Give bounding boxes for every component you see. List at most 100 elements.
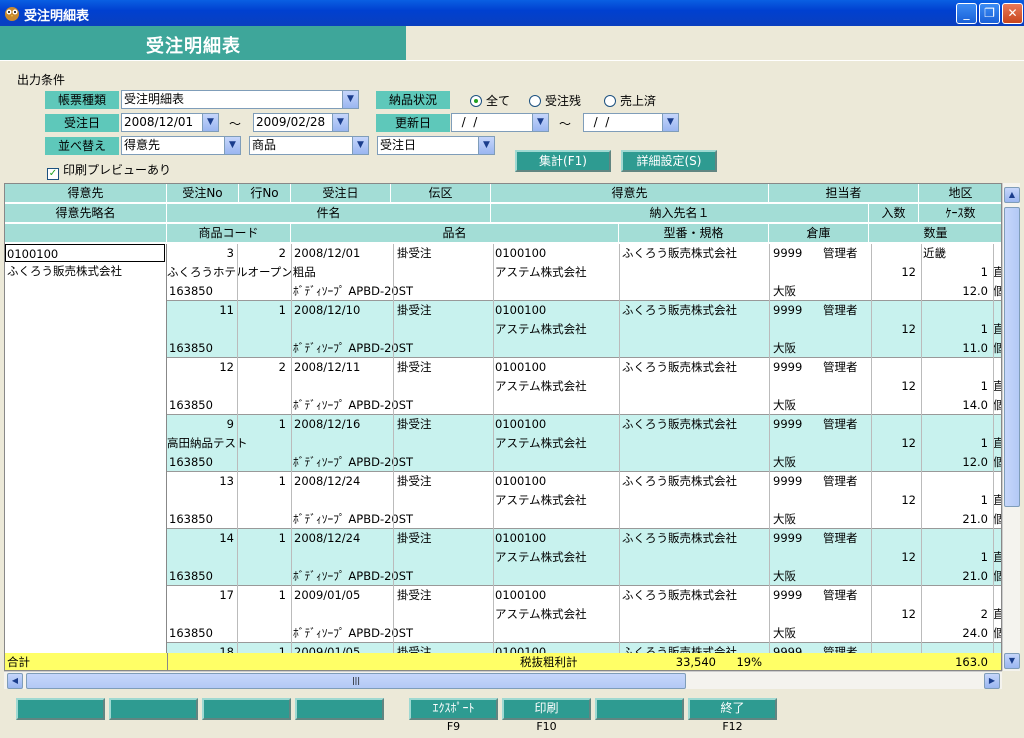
close-button[interactable]: ✕ bbox=[1002, 3, 1023, 24]
divider bbox=[619, 586, 620, 643]
order-date-to-input[interactable]: 2009/02/28 ▼ bbox=[253, 113, 349, 132]
customer-name-cell: ふくろう販売株式会社 bbox=[622, 588, 737, 602]
customer-name-cell: ふくろう販売株式会社 bbox=[622, 417, 737, 431]
report-type-select[interactable]: 受注明細表 ▼ bbox=[121, 90, 359, 109]
customer-name-cell: ふくろう販売株式会社 bbox=[7, 264, 122, 278]
subject-cell: ふくろうホテルオープン粗品 bbox=[167, 265, 316, 279]
col-model: 型番・規格 bbox=[619, 224, 769, 243]
update-date-from-input[interactable]: / / ▼ bbox=[451, 113, 549, 132]
customer-code-cell: 0100100 bbox=[495, 417, 547, 431]
cases-suffix-cell: 直 bbox=[993, 377, 1001, 395]
slip-kind-cell: 掛受注 bbox=[397, 360, 432, 374]
order-date-from-value: 2008/12/01 bbox=[124, 115, 194, 129]
col-warehouse: 倉庫 bbox=[769, 224, 869, 243]
radio-all[interactable]: 全て bbox=[470, 92, 510, 109]
order-no-cell: 14 bbox=[219, 531, 234, 545]
sort2-select[interactable]: 商品 ▼ bbox=[249, 136, 369, 155]
divider bbox=[993, 358, 994, 415]
order-detail-grid[interactable]: 得意先 受注No 行No 受注日 伝区 得意先 担当者 地区 得意先略名 件名 … bbox=[4, 183, 1002, 671]
table-row[interactable]: 17 1 2009/01/05 掛受注 0100100 ふくろう販売株式会社 9999 管理者… bbox=[167, 586, 1001, 643]
destination-cell: アステム株式会社 bbox=[495, 265, 587, 279]
divider bbox=[871, 244, 872, 301]
customer-code-cell: 0100100 bbox=[495, 588, 547, 602]
area-cell bbox=[923, 529, 993, 547]
order-date-cell: 2008/12/24 bbox=[294, 474, 361, 488]
item-name-cell: ﾎﾞﾃﾞｨｿｰﾌﾟ APBD-20ST bbox=[293, 341, 414, 355]
function-key-1[interactable] bbox=[16, 698, 105, 720]
scroll-thumb[interactable]: ||| bbox=[26, 673, 686, 689]
line-no-cell: 2 bbox=[278, 360, 286, 374]
divider bbox=[619, 301, 620, 358]
area-cell bbox=[923, 586, 993, 604]
function-key-6[interactable]: 印刷 bbox=[502, 698, 591, 720]
preview-checkbox[interactable]: ✓ 印刷プレビューあり bbox=[47, 161, 171, 180]
quantity-suffix-cell: 個 bbox=[993, 339, 1001, 357]
order-date-cell: 2008/12/24 bbox=[294, 531, 361, 545]
chevron-down-icon: ▼ bbox=[352, 137, 368, 154]
function-key-3[interactable] bbox=[202, 698, 291, 720]
profit-label: 税抜粗利計 bbox=[520, 655, 578, 669]
horizontal-scrollbar[interactable]: ◀ ||| ▶ bbox=[4, 671, 1002, 689]
table-row[interactable]: 11 1 2008/12/10 掛受注 0100100 ふくろう販売株式会社 9999 管理者… bbox=[167, 301, 1001, 358]
sort1-select[interactable]: 得意先 ▼ bbox=[121, 136, 241, 155]
sort3-select[interactable]: 受注日 ▼ bbox=[377, 136, 495, 155]
order-date-from-input[interactable]: 2008/12/01 ▼ bbox=[121, 113, 219, 132]
staff-code-cell: 9999 bbox=[773, 531, 803, 545]
radio-sold[interactable]: 売上済 bbox=[604, 92, 656, 109]
staff-name-cell: 管理者 bbox=[823, 588, 858, 602]
table-row[interactable]: 3 2 2008/12/01 掛受注 0100100 ふくろう販売株式会社 9999 管理者 近… bbox=[167, 244, 1001, 301]
order-no-cell: 13 bbox=[219, 474, 234, 488]
scroll-up-icon[interactable]: ▲ bbox=[1004, 187, 1020, 203]
function-key-8[interactable]: 終了 bbox=[688, 698, 777, 720]
destination-cell: アステム株式会社 bbox=[495, 436, 587, 450]
customer-name-cell: ふくろう販売株式会社 bbox=[622, 303, 737, 317]
scroll-right-icon[interactable]: ▶ bbox=[984, 673, 1000, 689]
irisu-cell: 12 bbox=[901, 379, 916, 393]
divider bbox=[237, 415, 238, 472]
col-order-date: 受注日 bbox=[291, 184, 391, 203]
divider bbox=[237, 529, 238, 586]
customer-code-cell: 0100100 bbox=[495, 474, 547, 488]
slip-kind-cell: 掛受注 bbox=[397, 303, 432, 317]
function-key-5[interactable]: ｴｸｽﾎﾟｰﾄ bbox=[409, 698, 498, 720]
customer-code-cell[interactable]: 0100100 bbox=[5, 244, 165, 262]
function-key-4[interactable] bbox=[295, 698, 384, 720]
divider bbox=[769, 358, 770, 415]
order-no-cell: 9 bbox=[226, 417, 234, 431]
destination-cell: アステム株式会社 bbox=[495, 550, 587, 564]
divider bbox=[393, 358, 394, 415]
table-row[interactable]: 14 1 2008/12/24 掛受注 0100100 ふくろう販売株式会社 9999 管理者… bbox=[167, 529, 1001, 586]
restore-button[interactable]: ❐ bbox=[979, 3, 1000, 24]
customer-name-cell: ふくろう販売株式会社 bbox=[622, 474, 737, 488]
minimize-button[interactable]: _ bbox=[956, 3, 977, 24]
staff-name-cell: 管理者 bbox=[823, 360, 858, 374]
item-name-cell: ﾎﾞﾃﾞｨｿｰﾌﾟ APBD-20ST bbox=[293, 626, 414, 640]
detail-settings-button[interactable]: 詳細設定(S) bbox=[621, 150, 717, 172]
staff-name-cell: 管理者 bbox=[823, 303, 858, 317]
calc-button[interactable]: 集計(F1) bbox=[515, 150, 611, 172]
divider bbox=[993, 472, 994, 529]
sort1-value: 得意先 bbox=[124, 138, 161, 152]
range-tilde: ～ bbox=[229, 117, 242, 131]
chevron-down-icon: ▼ bbox=[332, 114, 348, 131]
table-row[interactable]: 9 1 2008/12/16 掛受注 0100100 ふくろう販売株式会社 9999 管理者高… bbox=[167, 415, 1001, 472]
customer-code-cell: 0100100 bbox=[495, 531, 547, 545]
table-row[interactable]: 12 2 2008/12/11 掛受注 0100100 ふくろう販売株式会社 9999 管理者… bbox=[167, 358, 1001, 415]
scroll-down-icon[interactable]: ▼ bbox=[1004, 653, 1020, 669]
function-key-7[interactable] bbox=[595, 698, 684, 720]
function-key-2[interactable] bbox=[109, 698, 198, 720]
line-no-cell: 2 bbox=[278, 246, 286, 260]
scroll-left-icon[interactable]: ◀ bbox=[7, 673, 23, 689]
radio-remaining[interactable]: 受注残 bbox=[529, 92, 581, 109]
divider bbox=[769, 529, 770, 586]
slip-kind-cell: 掛受注 bbox=[397, 588, 432, 602]
update-date-to-input[interactable]: / / ▼ bbox=[583, 113, 679, 132]
window-title: 受注明細表 bbox=[24, 9, 90, 24]
table-row[interactable]: 13 1 2008/12/24 掛受注 0100100 ふくろう販売株式会社 9999 管理者… bbox=[167, 472, 1001, 529]
col-customer-short: 得意先略名 bbox=[5, 204, 167, 223]
scroll-thumb[interactable] bbox=[1004, 207, 1020, 507]
range-tilde: ～ bbox=[559, 117, 572, 131]
chevron-down-icon: ▼ bbox=[532, 114, 548, 131]
vertical-scrollbar[interactable]: ▲ ▼ bbox=[1002, 183, 1020, 671]
page-header-band: 受注明細表 bbox=[0, 26, 406, 60]
